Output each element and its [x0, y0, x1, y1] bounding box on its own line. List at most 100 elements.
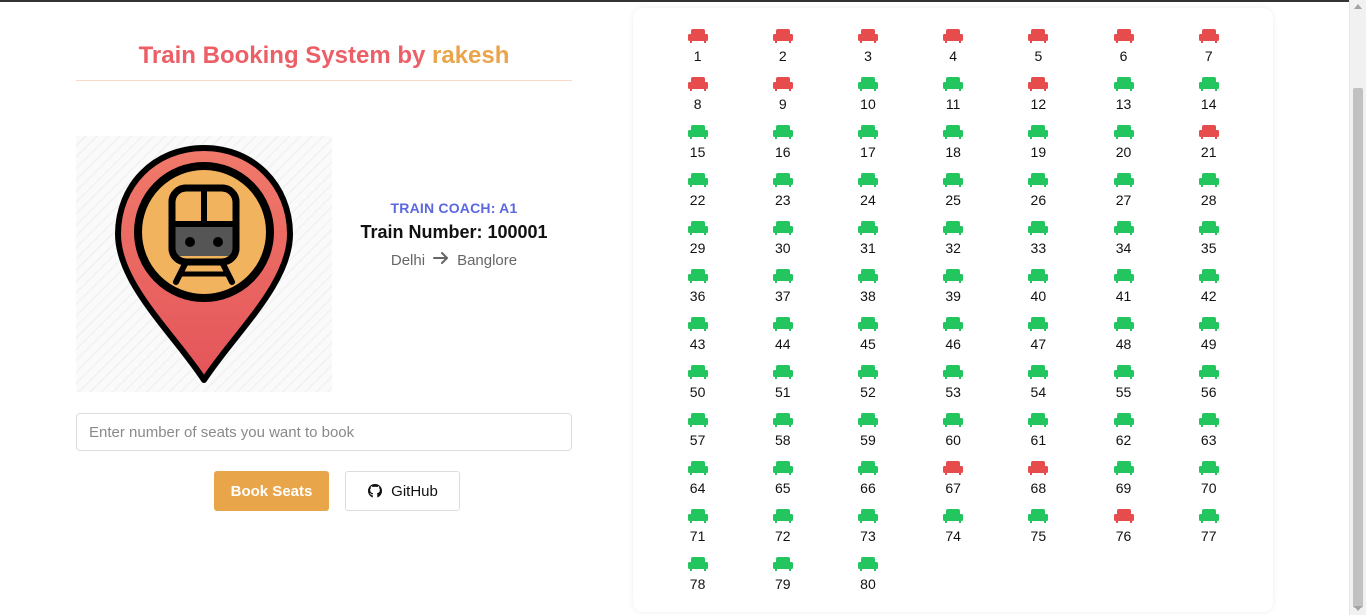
seat-70[interactable]: 70 — [1166, 460, 1251, 508]
seat-8[interactable]: 8 — [655, 76, 740, 124]
seat-number: 2 — [778, 48, 787, 64]
seat-73[interactable]: 73 — [825, 508, 910, 556]
github-button[interactable]: GitHub — [345, 471, 460, 511]
seat-69[interactable]: 69 — [1081, 460, 1166, 508]
seat-number: 62 — [1115, 432, 1132, 448]
seat-number: 3 — [864, 48, 872, 64]
seat-5[interactable]: 5 — [996, 28, 1081, 76]
seat-32[interactable]: 32 — [911, 220, 996, 268]
seat-54[interactable]: 54 — [996, 364, 1081, 412]
sofa-seat-icon — [1198, 173, 1219, 187]
seat-34[interactable]: 34 — [1081, 220, 1166, 268]
seat-65[interactable]: 65 — [740, 460, 825, 508]
seat-13[interactable]: 13 — [1081, 76, 1166, 124]
seat-1[interactable]: 1 — [655, 28, 740, 76]
seat-20[interactable]: 20 — [1081, 124, 1166, 172]
seat-63[interactable]: 63 — [1166, 412, 1251, 460]
seat-24[interactable]: 24 — [825, 172, 910, 220]
seat-35[interactable]: 35 — [1166, 220, 1251, 268]
seat-14[interactable]: 14 — [1166, 76, 1251, 124]
seat-29[interactable]: 29 — [655, 220, 740, 268]
seat-map-panel: 1 2 3 4 5 6 7 8 9 10 11 12 13 14 15 16 17 18 19 20 21 22 23 24 2… — [633, 8, 1273, 612]
seat-count-input[interactable] — [76, 413, 572, 451]
seat-56[interactable]: 56 — [1166, 364, 1251, 412]
book-seats-button[interactable]: Book Seats — [214, 471, 329, 511]
seat-59[interactable]: 59 — [825, 412, 910, 460]
seat-57[interactable]: 57 — [655, 412, 740, 460]
seat-23[interactable]: 23 — [740, 172, 825, 220]
seat-76[interactable]: 76 — [1081, 508, 1166, 556]
seat-number: 30 — [774, 240, 791, 256]
seat-55[interactable]: 55 — [1081, 364, 1166, 412]
seat-27[interactable]: 27 — [1081, 172, 1166, 220]
seat-12[interactable]: 12 — [996, 76, 1081, 124]
seat-74[interactable]: 74 — [911, 508, 996, 556]
seat-52[interactable]: 52 — [825, 364, 910, 412]
seat-7[interactable]: 7 — [1166, 28, 1251, 76]
seat-18[interactable]: 18 — [911, 124, 996, 172]
seat-48[interactable]: 48 — [1081, 316, 1166, 364]
seat-17[interactable]: 17 — [825, 124, 910, 172]
seat-58[interactable]: 58 — [740, 412, 825, 460]
seat-66[interactable]: 66 — [825, 460, 910, 508]
seat-44[interactable]: 44 — [740, 316, 825, 364]
seat-39[interactable]: 39 — [911, 268, 996, 316]
seat-30[interactable]: 30 — [740, 220, 825, 268]
seat-79[interactable]: 79 — [740, 556, 825, 604]
seat-45[interactable]: 45 — [825, 316, 910, 364]
seat-72[interactable]: 72 — [740, 508, 825, 556]
seat-28[interactable]: 28 — [1166, 172, 1251, 220]
seat-38[interactable]: 38 — [825, 268, 910, 316]
seat-47[interactable]: 47 — [996, 316, 1081, 364]
seat-53[interactable]: 53 — [911, 364, 996, 412]
seat-62[interactable]: 62 — [1081, 412, 1166, 460]
seat-3[interactable]: 3 — [825, 28, 910, 76]
seat-61[interactable]: 61 — [996, 412, 1081, 460]
sofa-seat-icon — [772, 317, 793, 331]
seat-grid: 1 2 3 4 5 6 7 8 9 10 11 12 13 14 15 16 17 18 19 20 21 22 23 24 2… — [655, 28, 1255, 604]
seat-68[interactable]: 68 — [996, 460, 1081, 508]
scroll-down-arrow-icon[interactable] — [1354, 606, 1362, 611]
seat-46[interactable]: 46 — [911, 316, 996, 364]
seat-37[interactable]: 37 — [740, 268, 825, 316]
seat-33[interactable]: 33 — [996, 220, 1081, 268]
seat-21[interactable]: 21 — [1166, 124, 1251, 172]
seat-67[interactable]: 67 — [911, 460, 996, 508]
seat-number: 29 — [689, 240, 706, 256]
seat-50[interactable]: 50 — [655, 364, 740, 412]
seat-22[interactable]: 22 — [655, 172, 740, 220]
seat-31[interactable]: 31 — [825, 220, 910, 268]
seat-41[interactable]: 41 — [1081, 268, 1166, 316]
seat-26[interactable]: 26 — [996, 172, 1081, 220]
seat-9[interactable]: 9 — [740, 76, 825, 124]
scroll-up-arrow-icon[interactable] — [1354, 4, 1362, 9]
seat-number: 59 — [860, 432, 876, 448]
sofa-seat-icon — [1113, 173, 1134, 187]
sofa-seat-icon — [687, 269, 708, 283]
seat-40[interactable]: 40 — [996, 268, 1081, 316]
seat-15[interactable]: 15 — [655, 124, 740, 172]
seat-2[interactable]: 2 — [740, 28, 825, 76]
seat-4[interactable]: 4 — [911, 28, 996, 76]
seat-49[interactable]: 49 — [1166, 316, 1251, 364]
seat-6[interactable]: 6 — [1081, 28, 1166, 76]
seat-42[interactable]: 42 — [1166, 268, 1251, 316]
seat-25[interactable]: 25 — [911, 172, 996, 220]
sofa-seat-icon — [1028, 317, 1049, 331]
seat-19[interactable]: 19 — [996, 124, 1081, 172]
seat-75[interactable]: 75 — [996, 508, 1081, 556]
seat-16[interactable]: 16 — [740, 124, 825, 172]
seat-10[interactable]: 10 — [825, 76, 910, 124]
seat-71[interactable]: 71 — [655, 508, 740, 556]
seat-77[interactable]: 77 — [1166, 508, 1251, 556]
seat-43[interactable]: 43 — [655, 316, 740, 364]
seat-36[interactable]: 36 — [655, 268, 740, 316]
page-scrollbar[interactable] — [1349, 0, 1366, 615]
scroll-thumb[interactable] — [1353, 88, 1363, 608]
seat-78[interactable]: 78 — [655, 556, 740, 604]
seat-64[interactable]: 64 — [655, 460, 740, 508]
seat-60[interactable]: 60 — [911, 412, 996, 460]
seat-11[interactable]: 11 — [911, 76, 996, 124]
seat-51[interactable]: 51 — [740, 364, 825, 412]
seat-80[interactable]: 80 — [825, 556, 910, 604]
